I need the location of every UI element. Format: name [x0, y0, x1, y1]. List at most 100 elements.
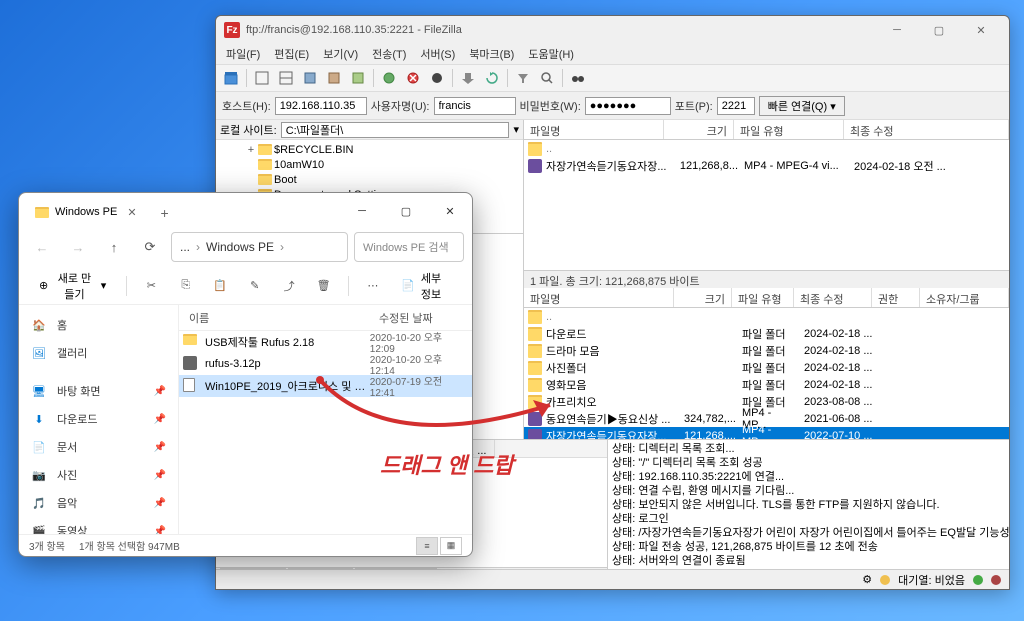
maximize-button[interactable]: ▢ — [384, 195, 428, 227]
col-modified[interactable]: 최종 수정 — [844, 120, 1009, 139]
more-icon[interactable]: ⋯ — [359, 272, 387, 300]
col-type[interactable]: 파일 유형 — [734, 120, 844, 139]
toolbar-icon[interactable] — [323, 67, 345, 89]
tree-item[interactable]: Boot — [218, 172, 521, 187]
tree-item[interactable]: +$RECYCLE.BIN — [218, 142, 521, 157]
col-size[interactable]: 크기 — [664, 120, 734, 139]
filezilla-titlebar[interactable]: Fz ftp://francis@192.168.110.35:2221 - F… — [216, 16, 1009, 44]
menu-edit[interactable]: 편집(E) — [268, 44, 315, 64]
up-button[interactable]: ↑ — [99, 232, 129, 262]
gear-icon[interactable]: ⚙ — [862, 573, 872, 586]
menu-bookmark[interactable]: 북마크(B) — [463, 44, 520, 64]
search-input[interactable]: Windows PE 검색 — [354, 232, 464, 262]
list-header[interactable]: 이름 수정된 날짜 — [179, 305, 472, 331]
refresh-button[interactable]: ⟳ — [135, 232, 165, 262]
sidebar-item[interactable]: 🏠홈 — [19, 311, 178, 339]
file-row[interactable]: 다운로드파일 폴더2024-02-18 ... — [524, 325, 1009, 342]
paste-icon[interactable]: 📋 — [206, 272, 234, 300]
forward-button[interactable]: → — [63, 232, 93, 262]
toolbar-icon[interactable] — [457, 67, 479, 89]
file-row[interactable]: Win10PE_2019_아크로니스 및 기타2020-07-19 오전 12:… — [179, 375, 472, 397]
sidebar-item[interactable]: ⬇다운로드📌 — [19, 405, 178, 433]
sidebar-item[interactable]: 📄문서📌 — [19, 433, 178, 461]
breadcrumb-segment[interactable]: Windows PE — [206, 240, 274, 254]
dropdown-icon[interactable]: ▾ — [513, 123, 519, 136]
global-status-bar: ⚙ 대기열: 비었음 — [216, 569, 1009, 589]
col-owner[interactable]: 소유자/그룹 — [920, 288, 1009, 307]
breadcrumb[interactable]: ... › Windows PE › — [171, 232, 348, 262]
cut-icon[interactable]: ✂ — [137, 272, 165, 300]
new-tab-button[interactable]: + — [151, 199, 179, 227]
site-manager-icon[interactable] — [220, 67, 242, 89]
grid-view-button[interactable]: ▦ — [440, 537, 462, 555]
menu-help[interactable]: 도움말(H) — [522, 44, 580, 64]
explorer-sidebar: 🏠홈🖼갤러리🖥바탕 화면📌⬇다운로드📌📄문서📌📷사진📌🎵음악📌🎬동영상📌📁!■ … — [19, 305, 179, 534]
sidebar-item[interactable]: 🖼갤러리 — [19, 339, 178, 367]
binoculars-icon[interactable] — [567, 67, 589, 89]
minimize-button[interactable]: ─ — [340, 195, 384, 227]
details-button[interactable]: 📄 세부 정보 — [393, 272, 462, 300]
col-type[interactable]: 파일 유형 — [732, 288, 794, 307]
toolbar-icon[interactable] — [347, 67, 369, 89]
cancel-icon[interactable] — [402, 67, 424, 89]
col-filename[interactable]: 파일명 — [524, 288, 674, 307]
port-input[interactable] — [717, 97, 755, 115]
file-row[interactable]: rufus-3.12p2020-10-20 오후 12:14 — [179, 353, 472, 375]
col-name[interactable]: 이름 — [179, 310, 369, 326]
remote-top-header[interactable]: 파일명 크기 파일 유형 최종 수정 — [524, 120, 1009, 140]
remote-top-list[interactable]: ..자장가연속듣기동요자장...121,268,8...MP4 - MPEG-4… — [524, 140, 1009, 270]
menu-transfer[interactable]: 전송(T) — [366, 44, 412, 64]
minimize-button[interactable]: ─ — [877, 18, 917, 42]
local-path-input[interactable] — [281, 122, 510, 138]
maximize-button[interactable]: ▢ — [919, 18, 959, 42]
file-row[interactable]: .. — [524, 308, 1009, 325]
copy-icon[interactable]: ⎘ — [172, 272, 200, 300]
share-icon[interactable]: ⤴ — [275, 272, 303, 300]
col-perm[interactable]: 권한 — [872, 288, 920, 307]
toolbar-icon[interactable] — [251, 67, 273, 89]
file-row[interactable]: 사진폴더파일 폴더2024-02-18 ... — [524, 359, 1009, 376]
close-button[interactable]: ✕ — [961, 18, 1001, 42]
menu-server[interactable]: 서버(S) — [414, 44, 461, 64]
sidebar-item[interactable]: 🖥바탕 화면📌 — [19, 377, 178, 405]
remote-bottom-header[interactable]: 파일명 크기 파일 유형 최종 수정 권한 소유자/그룹 — [524, 288, 1009, 308]
toolbar-icon[interactable] — [299, 67, 321, 89]
col-modified[interactable]: 최종 수정 — [794, 288, 872, 307]
new-button[interactable]: ⊕ 새로 만들기 ▾ — [29, 272, 116, 300]
menu-view[interactable]: 보기(V) — [317, 44, 364, 64]
disconnect-icon[interactable] — [426, 67, 448, 89]
col-filename[interactable]: 파일명 — [524, 120, 664, 139]
back-button[interactable]: ← — [27, 232, 57, 262]
explorer-tab[interactable]: Windows PE ✕ — [25, 197, 151, 227]
explorer-titlebar[interactable]: Windows PE ✕ + ─ ▢ ✕ — [19, 193, 472, 227]
delete-icon[interactable]: 🗑 — [309, 272, 337, 300]
file-row[interactable]: 자장가연속듣기동요자장...121,268,8...MP4 - MPEG-4 v… — [524, 157, 1009, 174]
col-size[interactable]: 크기 — [674, 288, 732, 307]
toolbar-icon[interactable] — [275, 67, 297, 89]
file-row[interactable]: 영화모음파일 폴더2024-02-18 ... — [524, 376, 1009, 393]
refresh-icon[interactable] — [481, 67, 503, 89]
breadcrumb-segment[interactable]: ... — [180, 240, 190, 254]
user-input[interactable] — [434, 97, 516, 115]
sidebar-item[interactable]: 🎬동영상📌 — [19, 517, 178, 534]
quickconnect-button[interactable]: 빠른 연결(Q) ▾ — [759, 96, 845, 116]
pass-input[interactable] — [585, 97, 671, 115]
file-row[interactable]: 드라마 모음파일 폴더2024-02-18 ... — [524, 342, 1009, 359]
sidebar-item[interactable]: 📷사진📌 — [19, 461, 178, 489]
col-modified[interactable]: 수정된 날짜 — [369, 310, 443, 326]
tree-item[interactable]: 10amW10 — [218, 157, 521, 172]
rename-icon[interactable]: ✎ — [240, 272, 268, 300]
message-log[interactable]: 상태: 디렉터리 목록 조회...상태: "/" 디렉터리 목록 조회 성공상태… — [608, 440, 1009, 589]
close-button[interactable]: ✕ — [428, 195, 472, 227]
log-line: 상태: "/" 디렉터리 목록 조회 성공 — [612, 456, 1005, 470]
tab-close-icon[interactable]: ✕ — [123, 206, 140, 219]
host-input[interactable] — [275, 97, 367, 115]
filter-icon[interactable] — [512, 67, 534, 89]
file-row[interactable]: .. — [524, 140, 1009, 157]
toolbar-icon[interactable] — [378, 67, 400, 89]
sidebar-item[interactable]: 🎵음악📌 — [19, 489, 178, 517]
search-icon[interactable] — [536, 67, 558, 89]
file-row[interactable]: USB제작툴 Rufus 2.182020-10-20 오후 12:09 — [179, 331, 472, 353]
list-view-button[interactable]: ≡ — [416, 537, 438, 555]
menu-file[interactable]: 파일(F) — [220, 44, 266, 64]
